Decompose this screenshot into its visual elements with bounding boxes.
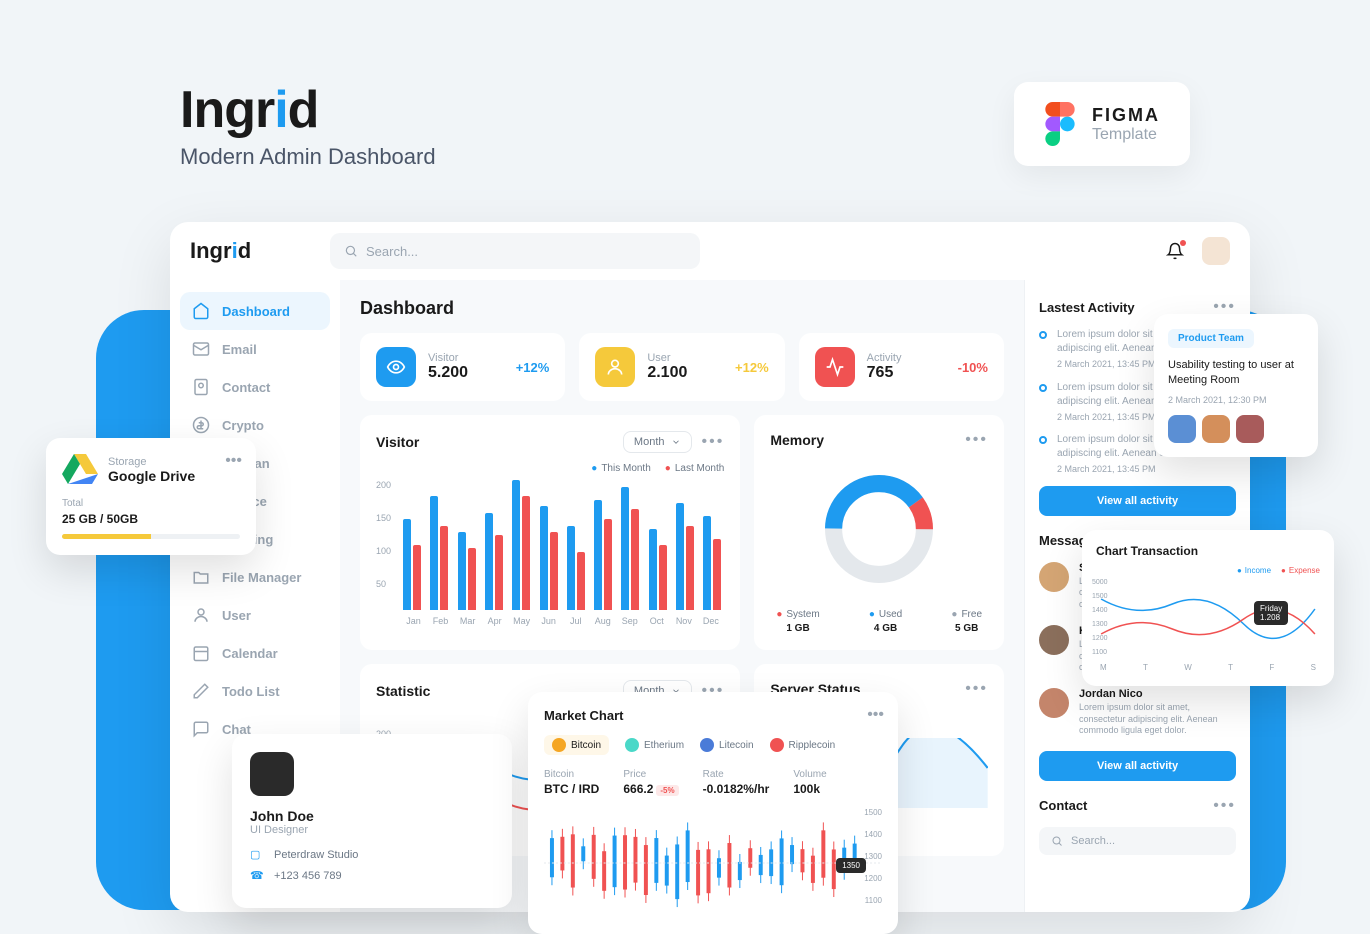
market-stat: Price666.2-5% [623, 769, 678, 796]
bell-icon [1166, 242, 1184, 260]
google-drive-icon [62, 454, 98, 486]
profile-role: UI Designer [250, 824, 494, 836]
storage-menu[interactable]: ••• [225, 452, 242, 470]
memory-donut-chart [770, 459, 988, 599]
notification-bell[interactable] [1166, 242, 1184, 260]
trans-line-chart: Friday1.208 5000 1500 1400 1300 1200 110… [1096, 579, 1320, 659]
search-icon [344, 244, 358, 258]
profile-card: John Doe UI Designer ▢Peterdraw Studio ☎… [232, 734, 512, 908]
dollar-icon [192, 416, 210, 434]
folder-icon [192, 568, 210, 586]
server-menu[interactable]: ••• [965, 680, 988, 698]
profile-avatar [250, 752, 294, 796]
transaction-chart-card: Chart Transaction IncomeExpense Friday1.… [1082, 530, 1334, 686]
hero-subtitle: Modern Admin Dashboard [180, 144, 436, 170]
figma-title: FIGMA [1092, 105, 1160, 126]
market-tooltip: 1350 [836, 858, 866, 873]
calendar-icon [192, 644, 210, 662]
sidebar-item-email[interactable]: Email [180, 330, 330, 368]
team-card: Product Team Usability testing to user a… [1154, 314, 1318, 457]
figma-badge: FIGMA Template [1014, 82, 1190, 166]
home-icon [192, 302, 210, 320]
message-item[interactable]: Jordan NicoLorem ipsum dolor sit amet, c… [1039, 688, 1236, 737]
figma-subtitle: Template [1092, 126, 1160, 144]
storage-progress [62, 534, 240, 539]
storage-card: ••• Storage Google Drive Total 25 GB / 5… [46, 438, 256, 555]
contact-menu[interactable]: ••• [1213, 797, 1236, 815]
statistic-title: Statistic [376, 683, 430, 699]
market-stat: BitcoinBTC / IRD [544, 769, 599, 796]
coin-litecoin[interactable]: Litecoin [700, 735, 753, 755]
team-time: 2 March 2021, 12:30 PM [1168, 395, 1304, 405]
sidebar-item-dashboard[interactable]: Dashboard [180, 292, 330, 330]
stat-card-visitor: Visitor5.200+12% [360, 333, 565, 401]
sidebar-item-user[interactable]: User [180, 596, 330, 634]
view-messages-button[interactable]: View all activity [1039, 751, 1236, 781]
storage-label: Storage [108, 456, 195, 468]
sidebar-item-calendar[interactable]: Calendar [180, 634, 330, 672]
market-stat: Rate-0.0182%/hr [703, 769, 770, 796]
profile-name: John Doe [250, 808, 494, 824]
coin-etherium[interactable]: Etherium [625, 735, 684, 755]
briefcase-icon: ▢ [250, 848, 264, 861]
sidebar-item-file-manager[interactable]: File Manager [180, 558, 330, 596]
pencil-icon [192, 682, 210, 700]
topbar: Ingrid Search... [170, 222, 1250, 280]
market-title: Market Chart [544, 708, 882, 723]
visitor-bar-chart: 200 150 100 50 [376, 480, 724, 610]
visitor-period-select[interactable]: Month [623, 431, 692, 453]
user-icon [192, 606, 210, 624]
visitor-menu[interactable]: ••• [702, 433, 725, 451]
coin-ripplecoin[interactable]: Ripplecoin [770, 735, 836, 755]
page-title: Dashboard [360, 298, 1004, 319]
candle-chart: 1350 1500 1400 1300 1200 1100 [544, 808, 882, 918]
contact-search-input[interactable]: Search... [1039, 827, 1236, 855]
stat-card-user: User2.100+12% [579, 333, 784, 401]
sidebar-item-contact[interactable]: Contact [180, 368, 330, 406]
hero-header: Ingrid Modern Admin Dashboard [180, 80, 436, 170]
visitor-title: Visitor [376, 434, 419, 450]
storage-total: 25 GB / 50GB [62, 512, 240, 526]
figma-icon [1044, 102, 1076, 146]
search-input[interactable]: Search... [330, 233, 700, 269]
hero-title: Ingrid [180, 80, 436, 140]
visitor-card: Visitor Month ••• This MonthLast Month 2… [360, 415, 740, 650]
view-activity-button[interactable]: View all activity [1039, 486, 1236, 516]
memory-title: Memory [770, 432, 824, 448]
user-avatar[interactable] [1202, 237, 1230, 265]
contact-title: Contact [1039, 798, 1087, 813]
market-chart-card: ••• Market Chart Bitcoin Etherium Litecoin… [528, 692, 898, 934]
mail-icon [192, 340, 210, 358]
team-avatars [1168, 415, 1304, 443]
stat-card-activity: Activity765-10% [799, 333, 1004, 401]
contact-icon [192, 378, 210, 396]
logo: Ingrid [190, 238, 330, 264]
trans-title: Chart Transaction [1096, 544, 1320, 558]
sidebar-item-todo-list[interactable]: Todo List [180, 672, 330, 710]
memory-menu[interactable]: ••• [965, 431, 988, 449]
storage-name: Google Drive [108, 468, 195, 484]
coin-bitcoin[interactable]: Bitcoin [544, 735, 609, 755]
search-icon [1051, 835, 1063, 847]
memory-card: Memory ••• System1 GB Used4 GB Free5 [754, 415, 1004, 650]
phone-icon: ☎ [250, 869, 264, 882]
chat-icon [192, 720, 210, 738]
chevron-down-icon [671, 437, 681, 447]
team-description: Usability testing to user at Meeting Roo… [1168, 358, 1304, 389]
activity-title: Lastest Activity [1039, 300, 1135, 315]
market-stat: Volume100k [793, 769, 826, 796]
team-tag: Product Team [1168, 329, 1254, 348]
market-menu[interactable]: ••• [867, 706, 884, 724]
